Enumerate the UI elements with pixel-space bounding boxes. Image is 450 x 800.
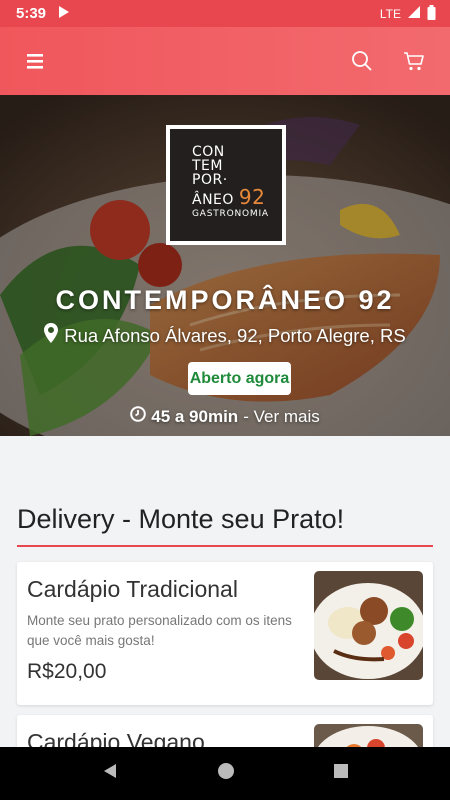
address-text: Rua Afonso Álvares, 92, Porto Alegre, RS	[64, 324, 406, 346]
section-title: Delivery - Monte seu Prato!	[17, 504, 345, 534]
play-store-icon	[58, 5, 70, 23]
status-bar: 5:39 LTE	[0, 0, 450, 27]
menu-card[interactable]: Cardápio Tradicional Monte seu prato per…	[17, 562, 433, 705]
cart-icon[interactable]	[394, 41, 434, 81]
battery-icon	[427, 4, 436, 23]
signal-icon	[407, 5, 421, 22]
back-icon[interactable]	[101, 762, 119, 785]
logo-text-line4: ÂNEO 92	[192, 185, 266, 209]
menu-card-title: Cardápio Tradicional	[27, 576, 238, 602]
app-bar	[0, 27, 450, 95]
logo-text-line2: TEM	[192, 158, 223, 174]
restaurant-name: CONTEMPORÂNEO 92	[55, 285, 395, 315]
hero-banner: CON TEM POR· ÂNEO 92 GASTRONOMIA CONTEMP…	[0, 95, 450, 436]
status-badge: Aberto agora	[188, 362, 291, 395]
section-divider	[17, 545, 433, 547]
see-more-link[interactable]: - Ver mais	[243, 407, 320, 427]
menu-card-price: R$20,00	[27, 660, 107, 683]
recents-icon[interactable]	[333, 763, 349, 784]
delivery-time-row[interactable]: 45 a 90min - Ver mais	[0, 406, 450, 427]
clock-icon	[130, 406, 147, 427]
logo-subtitle: GASTRONOMIA	[192, 209, 269, 219]
location-pin-icon	[44, 323, 59, 348]
navigation-bar	[0, 747, 450, 800]
logo-text-line1: CON	[192, 144, 225, 160]
menu-card-description: Monte seu prato personalizado com os ite…	[27, 613, 292, 648]
hamburger-menu-icon[interactable]	[16, 41, 56, 81]
menu-card-photo	[314, 571, 423, 680]
network-type: LTE	[379, 6, 401, 21]
delivery-time: 45 a 90min	[151, 406, 239, 426]
status-time: 5:39	[16, 5, 47, 22]
search-icon[interactable]	[342, 41, 382, 81]
home-icon[interactable]	[217, 762, 235, 785]
address: Rua Afonso Álvares, 92, Porto Alegre, RS	[0, 323, 450, 348]
restaurant-logo: CON TEM POR· ÂNEO 92 GASTRONOMIA	[166, 125, 286, 245]
logo-number: 92	[238, 185, 266, 209]
